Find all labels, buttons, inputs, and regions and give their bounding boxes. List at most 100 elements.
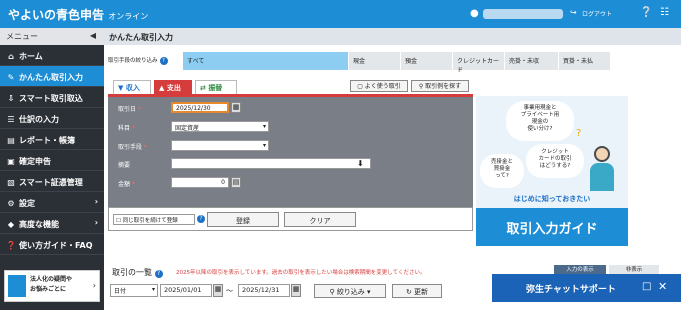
chevron-right-icon: ›: [94, 197, 98, 206]
import-icon: ⇩: [7, 94, 15, 103]
close-icon[interactable]: ✕: [658, 280, 667, 293]
date-from-input[interactable]: 2025/01/01: [160, 284, 212, 297]
tab-cash[interactable]: 現金: [349, 52, 401, 70]
minimize-icon[interactable]: □: [642, 281, 651, 292]
calendar-icon[interactable]: ▦: [213, 284, 223, 297]
help-icon: ❓: [6, 241, 16, 250]
guide-subtitle: はじめに知っておきたい: [513, 195, 591, 203]
chevron-down-icon: ▾: [262, 123, 266, 130]
continue-checkbox[interactable]: ☐ 同じ取引を続けて登録: [113, 214, 195, 225]
logout-icon: ↪: [570, 8, 577, 17]
date-input[interactable]: 2025/12/30: [171, 102, 229, 113]
period-type-select[interactable]: 日付 ▾: [110, 284, 158, 297]
guide-bubble-credit: クレジット カードの取引 はどうする?: [526, 144, 584, 178]
page-title: かんたん取引入力: [104, 28, 681, 45]
sidebar-item-documents[interactable]: ▧ スマート証憑管理: [0, 171, 104, 192]
range-separator: ～: [226, 287, 233, 295]
book-icon: ▢: [357, 83, 363, 90]
register-button[interactable]: 登録: [207, 212, 279, 227]
sidebar-item-guide[interactable]: ❓ 使い方ガイド・FAQ: [0, 234, 104, 255]
memo-label: 摘要: [118, 162, 131, 169]
report-icon: ▤: [7, 136, 15, 145]
sidebar-item-reports[interactable]: ▤ レポート・帳簿: [0, 129, 104, 150]
collapse-icon[interactable]: ◀: [90, 31, 96, 40]
date-to-input[interactable]: 2025/12/31: [238, 284, 290, 297]
sidebar-item-settings[interactable]: ⚙ 設定 ›: [0, 192, 104, 213]
refresh-icon: ↻: [405, 288, 412, 296]
memo-input[interactable]: [171, 158, 371, 169]
frequent-transactions-button[interactable]: ▢ よく使う取引: [350, 80, 408, 92]
person-illustration-icon: [588, 146, 616, 192]
search-icon: ⚲: [329, 288, 335, 296]
refresh-button[interactable]: ↻ 更新: [392, 284, 442, 298]
chevron-down-icon: ▾: [367, 288, 371, 296]
expense-icon: ▲: [159, 84, 165, 92]
sidebar-item-journal[interactable]: ☰ 仕訳の入力: [0, 108, 104, 129]
sidebar-item-easy-entry[interactable]: ✎ かんたん取引入力: [0, 66, 104, 87]
logout-link[interactable]: ログアウト: [582, 9, 612, 18]
help-icon[interactable]: ?: [197, 215, 205, 223]
calculator-icon[interactable]: ▤: [231, 177, 241, 188]
transfer-icon: ⇄: [200, 84, 206, 92]
filter-button[interactable]: ⚲ 絞り込み ▾: [314, 284, 386, 298]
chevron-down-icon: ▾: [151, 286, 155, 293]
tab-all[interactable]: すべて: [183, 52, 349, 70]
tab-payable[interactable]: 買掛・未払: [559, 52, 611, 70]
document-icon: ▧: [7, 178, 15, 187]
search-icon: ⚲: [418, 83, 424, 90]
filter-tabs: すべて 現金 預金 クレジットカード 売掛・未収 買掛・未払: [183, 52, 613, 74]
list-notice: 2025年以降の取引を表示しています。過去の取引を表示したい場合は検索期間を変更…: [176, 270, 426, 276]
guide-bubble-receivable: 売掛金と 買掛金 って?: [480, 154, 524, 188]
calendar-icon[interactable]: ▦: [291, 284, 301, 297]
help-icon: ?: [154, 270, 163, 278]
sidebar-item-tax-return[interactable]: ▣ 確定申告: [0, 150, 104, 171]
gear-icon: ⚙: [7, 199, 15, 208]
calendar-icon[interactable]: ▦: [231, 102, 241, 113]
method-label: 取引手段 *: [118, 144, 147, 151]
building-icon: [8, 275, 26, 297]
promo-text: 法人化の疑問や お悩みごとに: [30, 276, 73, 293]
guide-title: 取引入力ガイド: [476, 208, 628, 246]
tab-transfer[interactable]: ⇄ 振替: [195, 80, 237, 94]
journal-icon: ☰: [7, 115, 15, 124]
sidebar-item-home[interactable]: ⌂ ホーム: [0, 45, 104, 66]
input-guide-banner[interactable]: 事業用現金と プライベート用 現金の 使い分け? 売掛金と 買掛金 って? クレ…: [476, 96, 628, 246]
user-name-blurred: [483, 9, 563, 19]
app-logo[interactable]: やよいの青色申告 オンライン: [8, 6, 148, 23]
sidebar-item-smart-import[interactable]: ⇩ スマート取引取込: [0, 87, 104, 108]
chevron-right-icon: ›: [94, 218, 98, 227]
entry-form: 取引日 * ? 2025/12/30 ▦ 科目 * ? 固定資産▾ 取引手段 *…: [108, 94, 473, 231]
payment-method-select[interactable]: ▾: [171, 140, 269, 151]
list-title: 取引の一覧 ?: [112, 267, 163, 278]
menu-header: メニュー ◀: [0, 28, 104, 45]
help-icon[interactable]: ❔: [640, 7, 652, 18]
account-select[interactable]: 固定資産 ▾: [171, 121, 269, 132]
amount-label: 金額 *: [118, 181, 135, 188]
arrow-down-icon[interactable]: ⬇: [357, 159, 364, 168]
chat-support-widget[interactable]: 弥生チャットサポート □ ✕: [492, 274, 681, 302]
grid-menu-icon[interactable]: ☷: [660, 7, 669, 18]
tab-deposit[interactable]: 預金: [401, 52, 453, 70]
clear-button[interactable]: クリア: [284, 212, 356, 227]
tab-expense[interactable]: ▲ 支出: [154, 80, 192, 94]
income-icon: ▼: [118, 84, 124, 92]
amount-input[interactable]: 0: [171, 177, 229, 188]
promo-banner[interactable]: 法人化の疑問や お悩みごとに ›: [4, 270, 100, 302]
tab-credit-card[interactable]: クレジットカード: [453, 52, 505, 74]
app-header: やよいの青色申告 オンライン ● ↪ ログアウト ❔ ☷: [0, 0, 681, 28]
find-example-button[interactable]: ⚲ 取引例を探す: [411, 80, 469, 92]
sidebar-item-advanced[interactable]: ◆ 高度な機能 ›: [0, 213, 104, 234]
guide-bubble-cash: 事業用現金と プライベート用 現金の 使い分け?: [506, 101, 574, 141]
chat-title: 弥生チャットサポート: [526, 285, 616, 295]
tax-icon: ▣: [7, 157, 15, 166]
date-label: 取引日 *: [118, 106, 141, 113]
home-icon: ⌂: [8, 52, 14, 61]
sidebar: メニュー ◀ ⌂ ホーム ✎ かんたん取引入力 ⇩ スマート取引取込 ☰ 仕訳の入力 ▤ レ…: [0, 28, 104, 310]
account-label: 科目 *: [118, 125, 135, 132]
question-mark-icon: ?: [576, 128, 582, 139]
tab-income[interactable]: ▼ 収入: [113, 80, 151, 94]
tab-receivable[interactable]: 売掛・未収: [505, 52, 559, 70]
pencil-icon: ✎: [7, 73, 15, 82]
help-icon: ?: [159, 57, 168, 65]
filter-label: 取引手段の絞り込み?: [108, 56, 168, 65]
